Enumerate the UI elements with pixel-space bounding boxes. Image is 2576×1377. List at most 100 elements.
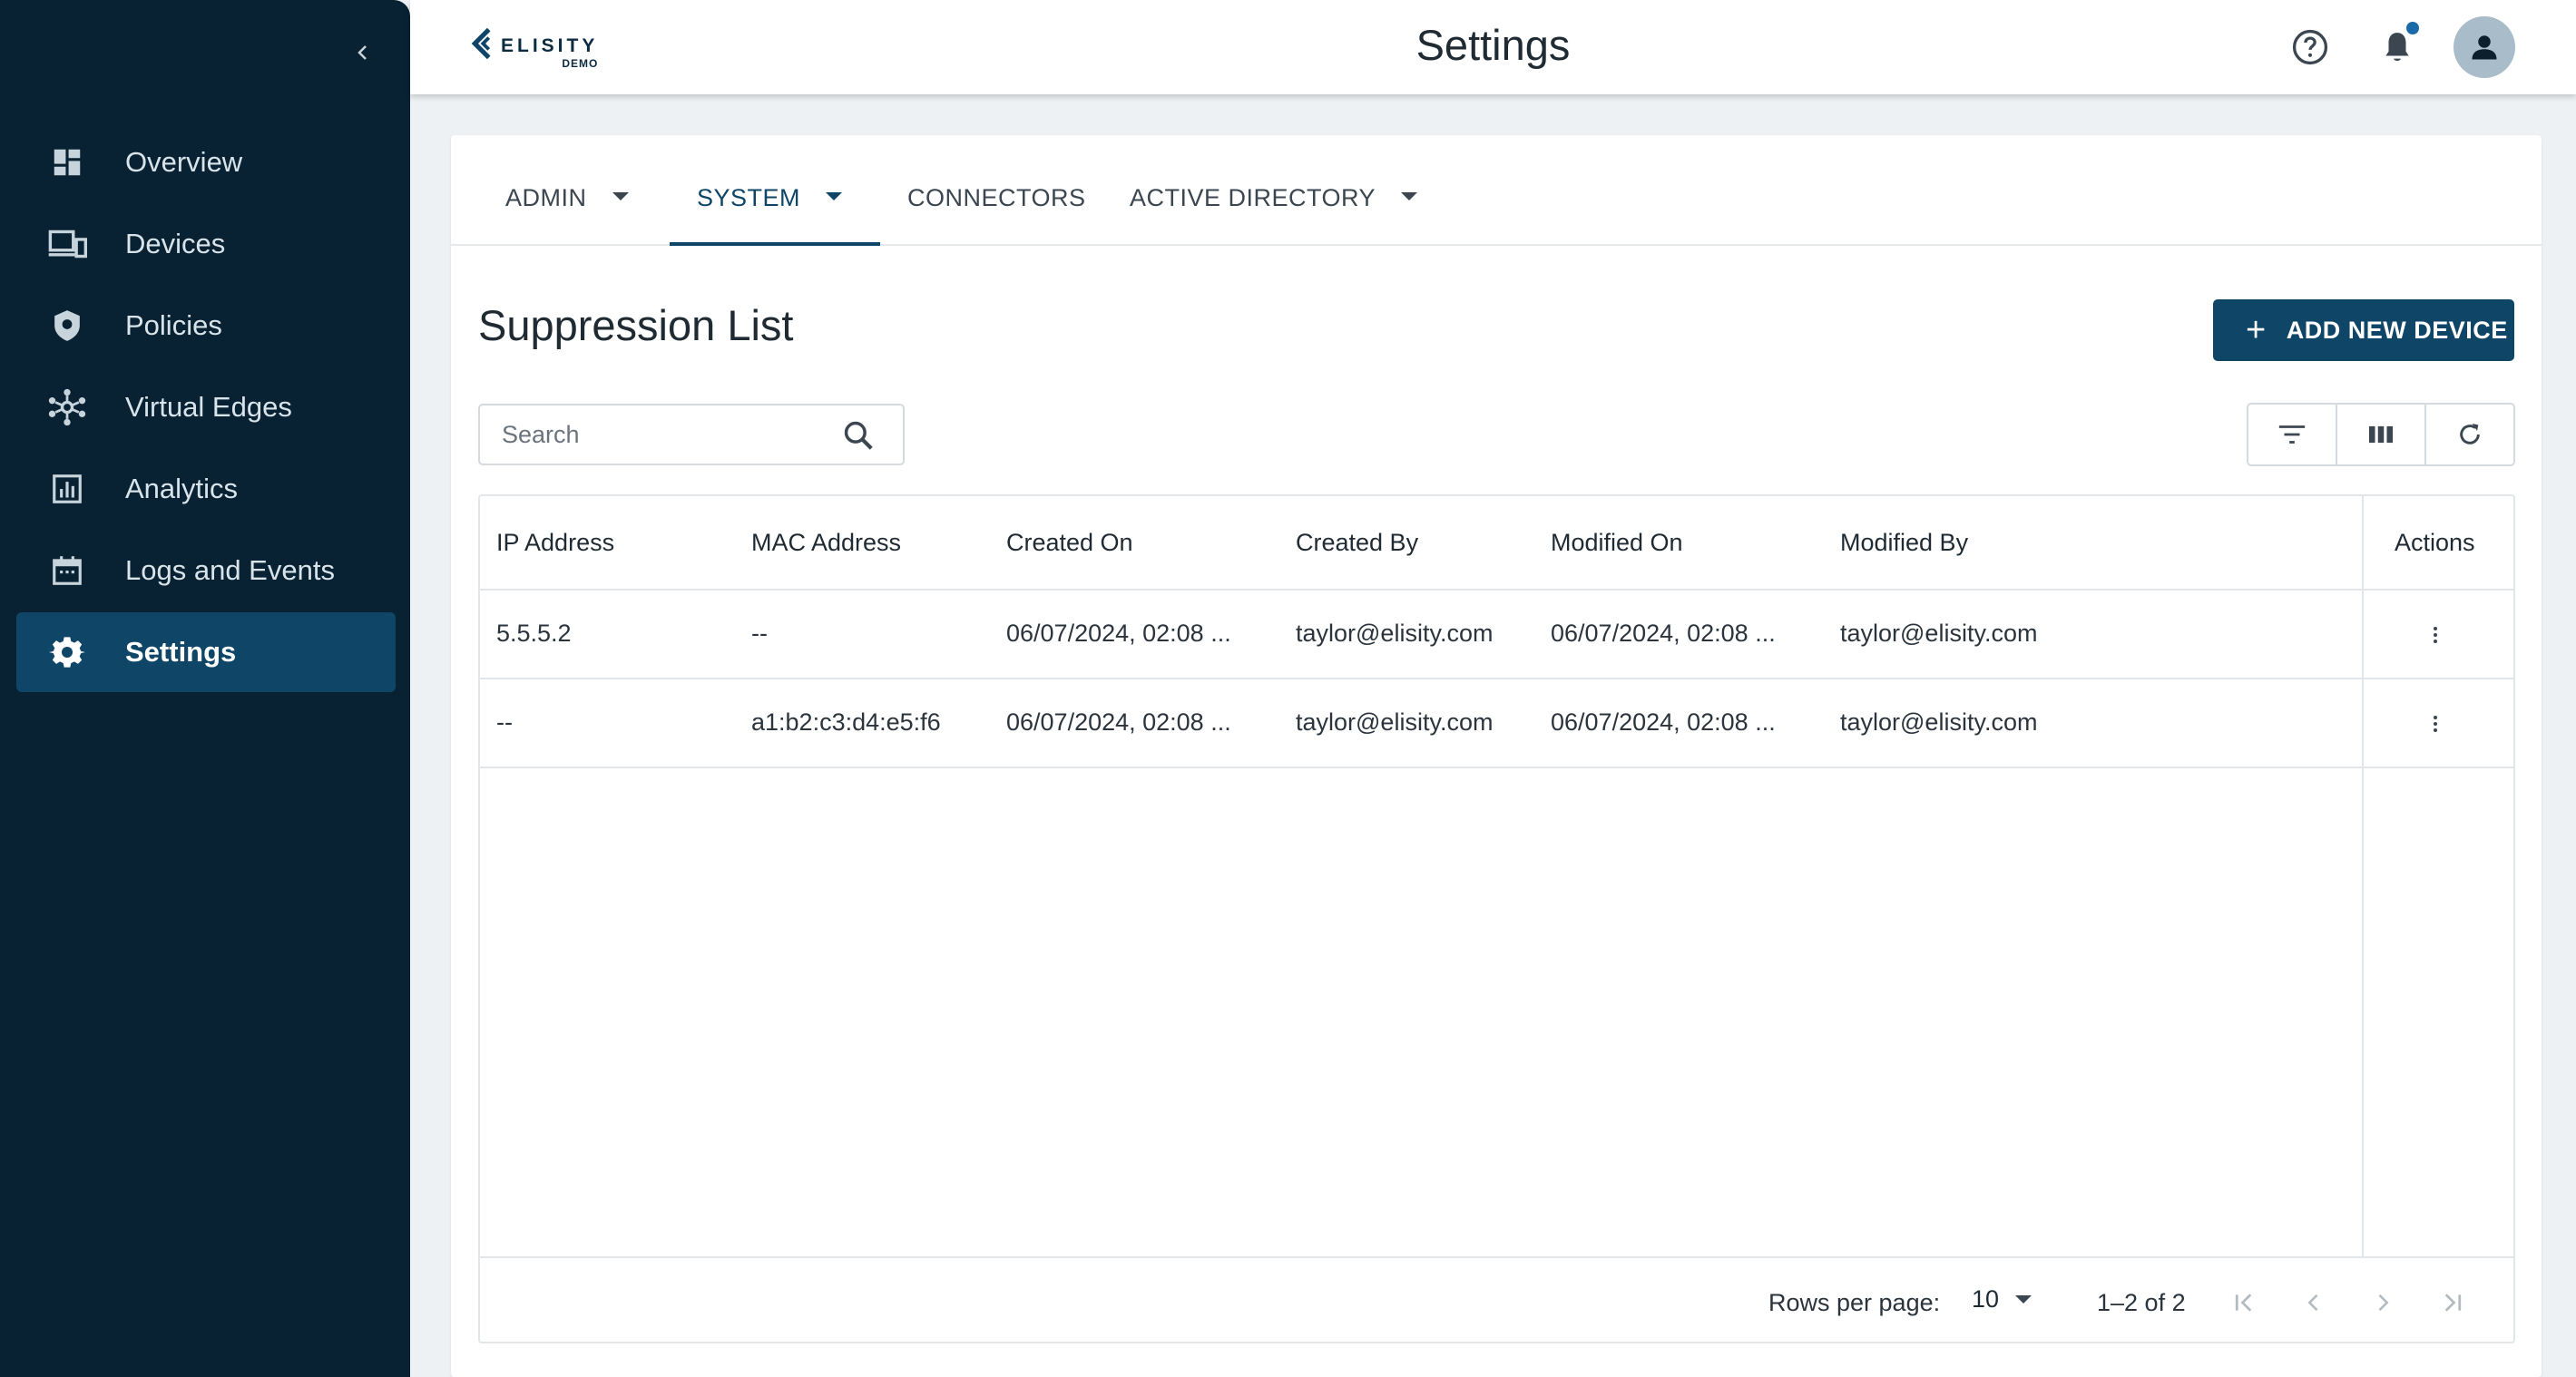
columns-button[interactable] — [2337, 405, 2426, 464]
next-page-button[interactable] — [2360, 1280, 2405, 1325]
tab-active-directory[interactable]: ACTIVE DIRECTORY — [1130, 177, 1418, 246]
cell-modified-by: taylor@elisity.com — [1840, 620, 2038, 647]
table-row[interactable]: 5.5.5.2 -- 06/07/2024, 02:08 ... taylor@… — [480, 591, 2513, 679]
last-page-icon — [2444, 1294, 2462, 1312]
cell-created-by: taylor@elisity.com — [1296, 620, 1494, 647]
caret-down-icon — [2015, 1295, 2032, 1304]
sidebar-item-label: Virtual Edges — [125, 391, 292, 423]
table-toolbar — [2247, 403, 2515, 466]
sidebar-item-label: Analytics — [125, 473, 239, 504]
sidebar-item-label: Policies — [125, 309, 222, 341]
column-header-actions: Actions — [2395, 529, 2475, 556]
cell-mac-address: a1:b2:c3:d4:e5:f6 — [751, 708, 941, 736]
sidebar-item-analytics[interactable]: Analytics — [16, 449, 396, 529]
sidebar-item-label: Logs and Events — [125, 554, 335, 586]
dashboard-icon — [31, 122, 103, 202]
sidebar-item-label: Devices — [125, 228, 226, 259]
chevron-left-icon — [2307, 1294, 2318, 1312]
column-header-ip-address[interactable]: IP Address — [496, 529, 614, 557]
column-header-mac-address[interactable]: MAC Address — [751, 529, 901, 557]
actions-column-divider — [2362, 496, 2364, 1256]
sidebar-item-settings[interactable]: Settings — [16, 612, 396, 692]
analytics-icon — [31, 449, 103, 529]
cell-mac-address: -- — [751, 620, 768, 647]
column-header-created-on[interactable]: Created On — [1006, 529, 1133, 557]
suppression-table: IP Address MAC Address Created On Create… — [478, 494, 2515, 1343]
cell-created-on: 06/07/2024, 02:08 ... — [1006, 620, 1231, 647]
sidebar-item-label: Settings — [125, 636, 237, 668]
avatar[interactable] — [2454, 16, 2515, 78]
cell-created-on: 06/07/2024, 02:08 ... — [1006, 708, 1231, 736]
cell-ip-address: 5.5.5.2 — [496, 620, 572, 647]
table-header: IP Address MAC Address Created On Create… — [480, 496, 2513, 591]
caret-down-icon — [1401, 192, 1418, 200]
row-actions-button[interactable] — [2413, 612, 2458, 658]
filter-button[interactable] — [2248, 405, 2337, 464]
tab-label: SYSTEM — [697, 184, 801, 211]
caret-down-icon — [612, 192, 629, 200]
more-vertical-icon — [2434, 716, 2437, 732]
collapse-sidebar-button[interactable] — [345, 34, 381, 71]
last-page-button[interactable] — [2429, 1280, 2474, 1325]
gear-icon — [31, 612, 103, 692]
sidebar-nav: Overview Devices Policies Virtual Edges … — [16, 122, 396, 694]
sidebar-item-overview[interactable]: Overview — [16, 122, 396, 202]
pagination-range: 1–2 of 2 — [2097, 1289, 2186, 1316]
cell-modified-on: 06/07/2024, 02:08 ... — [1551, 620, 1776, 647]
sidebar-item-devices[interactable]: Devices — [16, 204, 396, 284]
filter-icon — [2278, 425, 2306, 444]
rows-per-page-label: Rows per page: — [1768, 1289, 1941, 1316]
search-box — [478, 404, 905, 465]
rows-per-page-value: 10 — [1972, 1285, 2000, 1313]
calendar-icon — [31, 531, 103, 610]
sidebar-item-logs-and-events[interactable]: Logs and Events — [16, 531, 396, 610]
rows-per-page-select[interactable]: 10 — [1972, 1285, 2032, 1314]
cell-ip-address: -- — [496, 708, 513, 736]
sidebar-item-virtual-edges[interactable]: Virtual Edges — [16, 367, 396, 447]
search-input[interactable] — [502, 420, 828, 449]
help-button[interactable] — [2283, 20, 2337, 74]
shield-icon — [31, 286, 103, 366]
table-pagination: Rows per page: 10 1–2 of 2 — [480, 1256, 2513, 1343]
sidebar: Overview Devices Policies Virtual Edges … — [0, 0, 410, 1377]
first-page-button[interactable] — [2222, 1280, 2267, 1325]
row-actions-button[interactable] — [2413, 701, 2458, 747]
tab-label: CONNECTORS — [907, 184, 1086, 211]
chevron-right-icon — [2378, 1294, 2389, 1312]
sidebar-item-policies[interactable]: Policies — [16, 286, 396, 366]
more-vertical-icon — [2434, 627, 2437, 643]
column-header-modified-by[interactable]: Modified By — [1840, 529, 1968, 557]
previous-page-button[interactable] — [2291, 1280, 2336, 1325]
notifications-button[interactable] — [2370, 20, 2424, 74]
sidebar-item-label: Overview — [125, 146, 243, 178]
cell-modified-by: taylor@elisity.com — [1840, 708, 2038, 736]
cell-modified-on: 06/07/2024, 02:08 ... — [1551, 708, 1776, 736]
refresh-icon — [2460, 424, 2480, 444]
first-page-icon — [2235, 1294, 2252, 1312]
add-new-device-label: ADD NEW DEVICE — [2286, 316, 2508, 344]
tab-system[interactable]: SYSTEM — [670, 177, 880, 246]
tab-admin[interactable]: ADMIN — [505, 177, 631, 246]
column-header-created-by[interactable]: Created By — [1296, 529, 1418, 557]
refresh-button[interactable] — [2426, 405, 2513, 464]
plus-icon: + — [2246, 311, 2267, 349]
table-row[interactable]: -- a1:b2:c3:d4:e5:f6 06/07/2024, 02:08 .… — [480, 679, 2513, 768]
cell-created-by: taylor@elisity.com — [1296, 708, 1494, 736]
page-title: Settings — [1415, 21, 1571, 69]
caret-down-icon — [826, 192, 843, 200]
chevron-left-icon — [358, 45, 367, 60]
notification-badge — [2406, 22, 2419, 34]
network-icon — [31, 367, 103, 447]
settings-card: ADMIN SYSTEM CONNECTORS ACTIVE DIRECTORY… — [451, 135, 2542, 1377]
tab-connectors[interactable]: CONNECTORS — [907, 177, 1086, 246]
user-icon — [2472, 35, 2497, 60]
settings-tabs: ADMIN SYSTEM CONNECTORS ACTIVE DIRECTORY — [451, 135, 2542, 246]
columns-icon — [2369, 425, 2393, 444]
column-header-modified-on[interactable]: Modified On — [1551, 529, 1683, 557]
help-icon — [2292, 29, 2328, 65]
top-bar: ELISITY DEMO Settings — [410, 0, 2576, 94]
add-new-device-button[interactable]: + ADD NEW DEVICE — [2213, 299, 2514, 361]
search-icon[interactable] — [841, 418, 876, 457]
devices-icon — [31, 204, 103, 284]
suppression-list-title: Suppression List — [478, 301, 794, 349]
